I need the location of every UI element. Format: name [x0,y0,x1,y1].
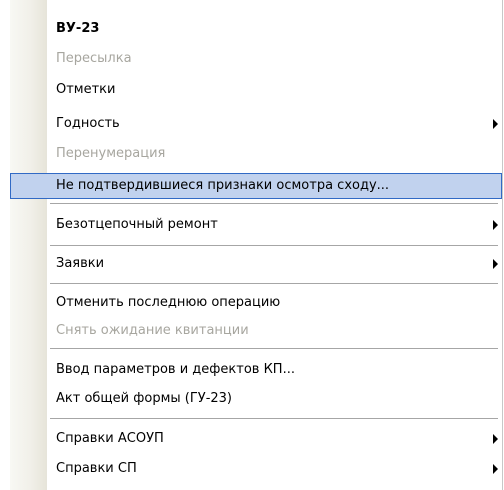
menu-item-cancel-receipt-wait: Снять ожидание квитанции [10,318,502,344]
menu-item-asoup-reports[interactable]: Справки АСОУП [10,426,502,452]
menu-separator [50,418,498,419]
submenu-arrow-icon [493,464,498,474]
menu-item-label: Отметки [56,82,116,97]
menu-item-label: Пересылка [56,51,132,66]
menu-item-label: Безотцепочный ремонт [56,217,218,232]
menu-item-label: Заявки [56,256,105,271]
menu-separator [50,203,498,204]
menu-item-fitness[interactable]: Годность [10,111,502,137]
context-menu: ВУ-23 Пересылка Отметки Годность Перенум… [10,0,503,490]
menu-item-renumbering: Перенумерация [10,141,502,167]
menu-separator [50,245,498,246]
menu-item-label: Не подтвердившиеся признаки осмотра сход… [56,178,390,193]
menu-item-label: Перенумерация [56,146,166,161]
menu-item-label: Справки СП [56,461,137,476]
submenu-arrow-icon [493,434,498,444]
menu-separator [50,348,498,349]
menu-item-kp-params-input[interactable]: Ввод параметров и дефектов КП... [10,357,502,383]
menu-item-general-act-gu23[interactable]: Акт общей формы (ГУ-23) [10,386,502,412]
menu-item-undo-last-operation[interactable]: Отменить последнюю операцию [10,290,502,316]
menu-item-label: ВУ-23 [56,21,100,36]
menu-item-requests[interactable]: Заявки [10,251,502,277]
menu-item-uncoupled-repair[interactable]: Безотцепочный ремонт [10,212,502,238]
menu-item-unconfirmed-inspection[interactable]: Не подтвердившиеся признаки осмотра сход… [10,173,502,199]
menu-item-forwarding: Пересылка [10,46,502,72]
menu-item-label: Акт общей формы (ГУ-23) [56,391,232,406]
menu-item-label: Снять ожидание квитанции [56,323,249,338]
menu-item-vu23[interactable]: ВУ-23 [10,16,502,42]
menu-icon-gutter [10,0,47,490]
submenu-arrow-icon [493,220,498,230]
menu-item-label: Годность [56,116,120,131]
submenu-arrow-icon [493,259,498,269]
submenu-arrow-icon [493,119,498,129]
menu-item-label: Ввод параметров и дефектов КП... [56,362,295,377]
menu-item-label: Справки АСОУП [56,431,164,446]
menu-item-sp-reports[interactable]: Справки СП [10,456,502,482]
menu-item-label: Отменить последнюю операцию [56,295,281,310]
menu-separator [50,283,498,284]
menu-item-marks[interactable]: Отметки [10,77,502,103]
